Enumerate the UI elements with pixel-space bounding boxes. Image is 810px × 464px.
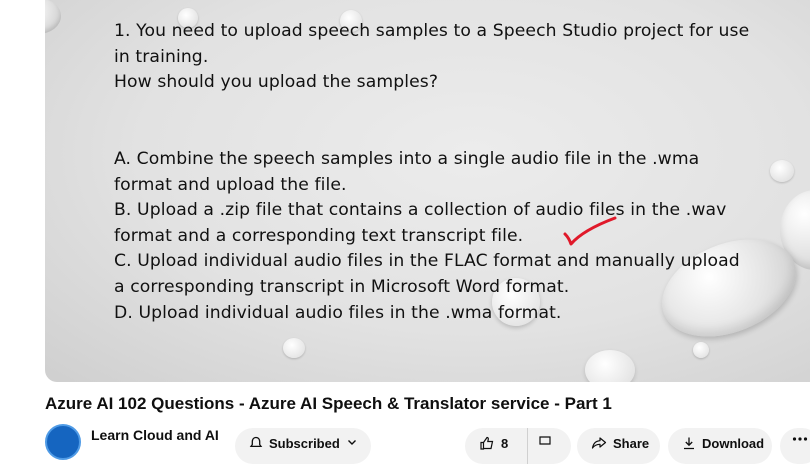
slide-question: 1. You need to upload speech samples to … — [114, 19, 749, 96]
chevron-down-icon — [347, 440, 356, 445]
channel-name[interactable]: Learn Cloud and AI — [91, 427, 219, 443]
slide-question-line: How should you upload the samples? — [114, 72, 439, 93]
video-player[interactable]: 1. You need to upload speech samples to … — [45, 0, 810, 382]
share-icon — [591, 437, 607, 449]
download-button[interactable]: Download — [668, 428, 772, 464]
more-horizontal-icon — [792, 437, 808, 441]
thumbs-down-icon — [539, 436, 551, 445]
thumbs-up-icon — [480, 436, 494, 450]
dislike-button[interactable] — [527, 428, 571, 464]
download-icon — [684, 437, 694, 450]
checkmark-icon — [563, 216, 617, 246]
water-droplet-decoration — [770, 160, 794, 182]
video-title: Azure AI 102 Questions - Azure AI Speech… — [45, 394, 612, 413]
channel-avatar[interactable] — [45, 424, 81, 460]
slide-options: A. Combine the speech samples into a sin… — [114, 147, 740, 326]
slide-option-line: A. Combine the speech samples into a sin… — [114, 149, 700, 169]
share-button[interactable]: Share — [577, 428, 660, 464]
slide-option-line: C. Upload individual audio files in the … — [114, 251, 740, 272]
slide-option-line: B. Upload a .zip file that contains a co… — [114, 200, 727, 221]
subscribe-button[interactable]: Subscribed — [235, 428, 371, 464]
slide-option-line: D. Upload individual audio files in the … — [114, 302, 562, 323]
slide-question-line: 1. You need to upload speech samples to … — [114, 21, 750, 41]
slide-option-line: format and a corresponding text transcri… — [114, 225, 524, 246]
water-droplet-decoration — [283, 338, 305, 358]
slide-option-line: format and upload the file. — [114, 174, 347, 195]
slide-option-line: a corresponding transcript in Microsoft … — [114, 276, 570, 297]
slide-question-line: in training. — [114, 46, 209, 67]
more-actions-button[interactable] — [780, 428, 810, 464]
bell-icon — [249, 436, 263, 448]
water-droplet-decoration — [45, 0, 61, 34]
like-button[interactable]: 8 — [465, 428, 527, 464]
water-droplet-decoration — [585, 350, 635, 382]
water-droplet-decoration — [693, 342, 709, 358]
